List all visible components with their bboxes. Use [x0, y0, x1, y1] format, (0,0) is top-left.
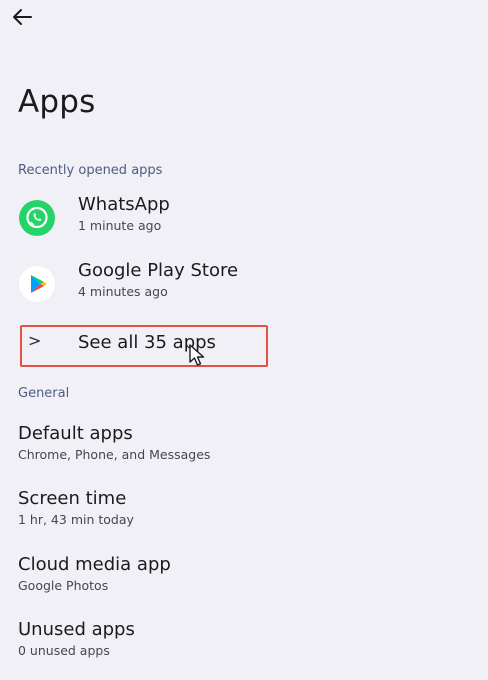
app-name: Google Play Store: [78, 260, 239, 281]
apps-settings-screen: Apps Recently opened apps WhatsApp 1 min…: [0, 0, 488, 680]
google-play-icon: [18, 265, 56, 303]
setting-default-apps[interactable]: Default apps Chrome, Phone, and Messages: [0, 423, 488, 479]
recent-app-whatsapp[interactable]: WhatsApp 1 minute ago: [0, 190, 488, 246]
page-title: Apps: [18, 84, 96, 120]
setting-title: Screen time: [18, 488, 127, 509]
back-button[interactable]: [8, 4, 36, 30]
see-all-apps-button[interactable]: > See all 35 apps: [20, 325, 268, 367]
app-name: WhatsApp: [78, 194, 170, 215]
setting-title: Cloud media app: [18, 554, 171, 575]
setting-subtitle: 0 unused apps: [18, 643, 110, 658]
setting-subtitle: 1 hr, 43 min today: [18, 512, 134, 527]
setting-unused-apps[interactable]: Unused apps 0 unused apps: [0, 619, 488, 675]
section-header-recent: Recently opened apps: [18, 163, 163, 178]
setting-title: Unused apps: [18, 619, 135, 640]
chevron-right-icon: >: [28, 331, 42, 350]
setting-cloud-media-app[interactable]: Cloud media app Google Photos: [0, 554, 488, 610]
setting-subtitle: Google Photos: [18, 578, 109, 593]
app-last-opened: 1 minute ago: [78, 218, 162, 233]
arrow-left-icon: [13, 9, 32, 25]
setting-screen-time[interactable]: Screen time 1 hr, 43 min today: [0, 488, 488, 544]
setting-title: Default apps: [18, 423, 133, 444]
recent-app-google-play-store[interactable]: Google Play Store 4 minutes ago: [0, 256, 488, 312]
setting-subtitle: Chrome, Phone, and Messages: [18, 447, 211, 462]
mouse-pointer-icon: [189, 344, 205, 366]
whatsapp-icon: [18, 199, 56, 237]
section-header-general: General: [18, 386, 70, 401]
app-last-opened: 4 minutes ago: [78, 284, 168, 299]
